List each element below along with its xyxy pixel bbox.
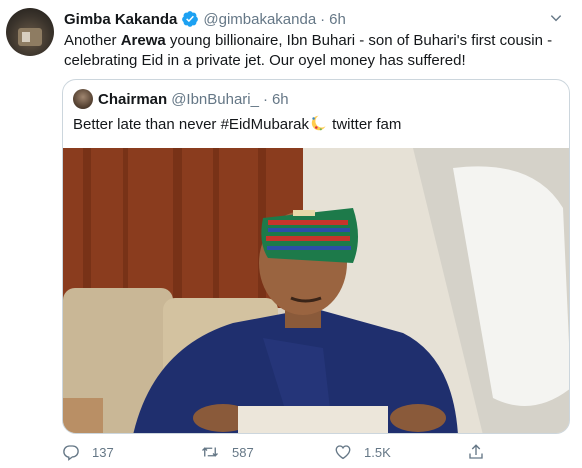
tweet-text-part: celebrating Eid in a private jet. Our oy… bbox=[64, 52, 466, 69]
quoted-text-before: Better late than never #EidMubarak bbox=[73, 116, 309, 133]
moon-icon bbox=[310, 114, 328, 138]
retweet-count: 587 bbox=[232, 444, 254, 460]
quoted-tweet-text: Better late than never #EidMubarak twitt… bbox=[73, 114, 401, 138]
tweet-text-part: Another bbox=[64, 32, 121, 49]
like-button[interactable]: 1.5K bbox=[334, 443, 391, 461]
author-avatar[interactable] bbox=[6, 8, 54, 56]
tweet-timestamp[interactable]: 6h bbox=[329, 11, 346, 28]
separator-dot: · bbox=[320, 10, 326, 28]
quoted-tweet[interactable]: Chairman @IbnBuhari_ · 6h Better late th… bbox=[62, 79, 570, 434]
share-icon bbox=[469, 444, 483, 459]
quoted-photo[interactable] bbox=[63, 148, 569, 433]
tweet-text: Another Arewa young billionaire, Ibn Buh… bbox=[64, 31, 570, 71]
chevron-down-icon[interactable] bbox=[548, 10, 564, 26]
quoted-author-handle: @IbnBuhari_ bbox=[171, 90, 259, 108]
quoted-tweet-header: Chairman @IbnBuhari_ · 6h bbox=[73, 89, 289, 109]
quoted-timestamp: 6h bbox=[271, 90, 289, 108]
retweet-icon bbox=[202, 447, 218, 457]
quoted-text-after: twitter fam bbox=[327, 116, 402, 133]
separator-dot: · bbox=[262, 90, 268, 108]
reply-button[interactable]: 137 bbox=[62, 443, 114, 461]
author-handle[interactable]: @gimbakakanda bbox=[203, 11, 316, 28]
tweet-text-bold: Arewa bbox=[120, 32, 166, 49]
verified-badge-icon bbox=[181, 10, 199, 28]
quoted-author-avatar bbox=[73, 89, 93, 109]
tweet-header: Gimba Kakanda @gimbakakanda · 6h bbox=[64, 9, 346, 29]
reply-icon bbox=[63, 445, 79, 461]
tweet-text-part: young billionaire, Ibn Buhari - son of B… bbox=[165, 32, 553, 49]
author-name[interactable]: Gimba Kakanda bbox=[64, 11, 177, 28]
share-button[interactable] bbox=[467, 443, 485, 461]
avatar-image-detail bbox=[22, 32, 30, 42]
like-count: 1.5K bbox=[364, 444, 391, 460]
reply-count: 137 bbox=[92, 444, 114, 460]
like-icon bbox=[335, 445, 351, 460]
retweet-button[interactable]: 587 bbox=[200, 443, 254, 461]
quoted-author-name: Chairman bbox=[98, 90, 168, 108]
tweet-actions: 137 587 1.5K bbox=[62, 443, 532, 463]
